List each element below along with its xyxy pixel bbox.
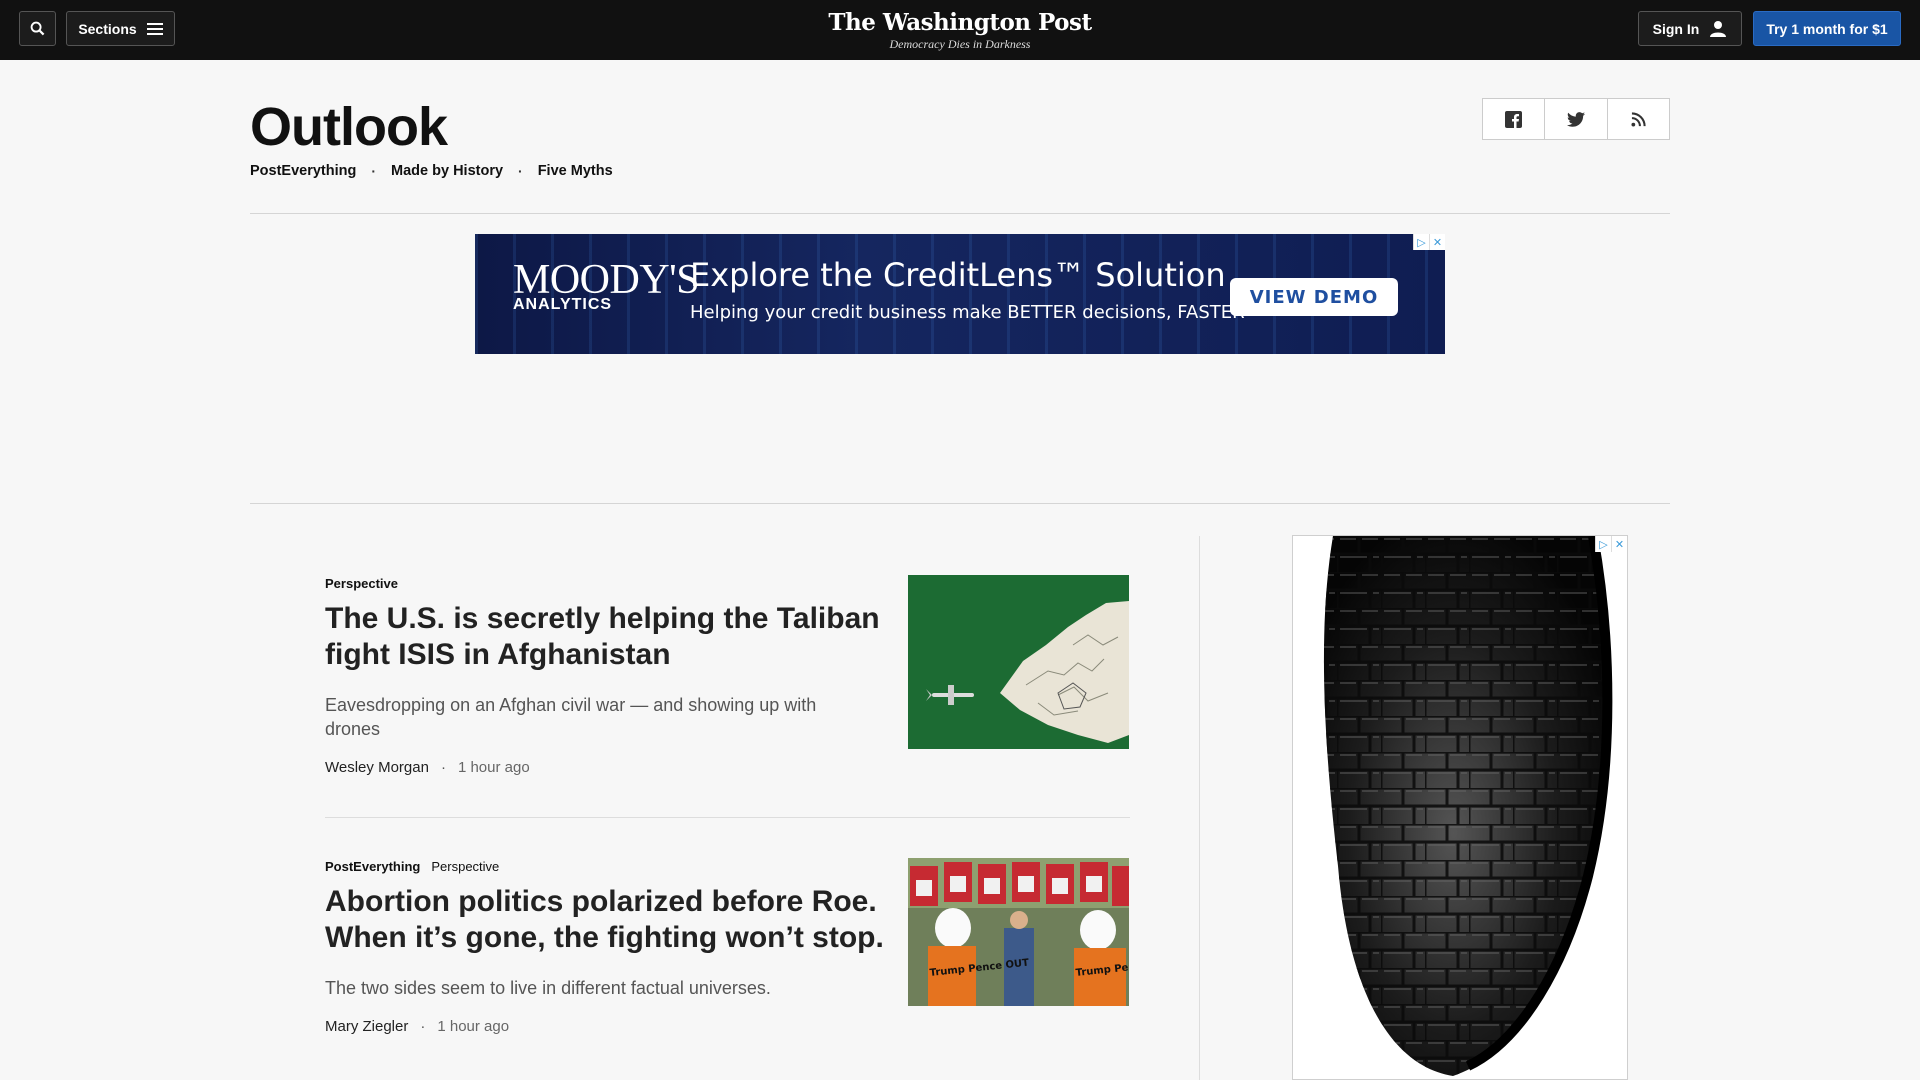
subnav-link-posteverything[interactable]: PostEverything (250, 163, 356, 179)
article-headline[interactable]: The U.S. is secretly helping the Taliban… (325, 601, 885, 673)
facebook-button[interactable] (1483, 99, 1546, 139)
side-advertisement[interactable]: ▷ ✕ (1292, 535, 1628, 1080)
adchoices-icon[interactable]: ▷ (1595, 536, 1611, 552)
subnav-link-five-myths[interactable]: Five Myths (538, 163, 613, 179)
protest-photo-image: Trump Pence OUT Trump Pence OUT (908, 858, 1176, 1006)
kicker-section[interactable]: PostEverything (325, 859, 420, 874)
banner-advertisement[interactable]: MOODY'S ANALYTICS Explore the CreditLens… (475, 234, 1445, 354)
subnav-link-made-by-history[interactable]: Made by History (391, 163, 503, 179)
kicker-label[interactable]: Perspective (325, 576, 398, 591)
kicker-label: Perspective (431, 859, 500, 874)
subscribe-trial-button[interactable]: Try 1 month for $1 (1753, 11, 1901, 46)
subnav-separator: · (371, 163, 377, 179)
timestamp: 1 hour ago (457, 759, 530, 776)
social-share-group (1482, 98, 1670, 140)
author-name[interactable]: Mary Ziegler (325, 1018, 408, 1035)
close-ad-icon[interactable]: ✕ (1611, 536, 1627, 552)
drone-map-image (908, 575, 1129, 749)
logo-tagline: Democracy Dies in Darkness (889, 37, 1031, 51)
article-blurb: The two sides seem to live in different … (325, 978, 771, 998)
sign-in-button[interactable]: Sign In (1638, 11, 1742, 46)
ad-view-demo-button[interactable]: VIEW DEMO (1230, 278, 1398, 316)
adchoices-icon[interactable]: ▷ (1413, 234, 1429, 250)
top-navigation-bar: Sections The Washington Post Democracy D… (0, 0, 1920, 60)
user-icon (1710, 20, 1727, 37)
rss-button[interactable] (1608, 99, 1669, 139)
ad-headline: Explore the CreditLens™ Solution (690, 256, 1226, 294)
site-logo[interactable]: The Washington Post Democracy Dies in Da… (0, 9, 1920, 52)
timestamp: 1 hour ago (437, 1018, 510, 1035)
article-byline: Mary Ziegler · 1 hour ago (325, 1018, 1130, 1035)
article-thumbnail[interactable]: Trump Pence OUT Trump Pence OUT (908, 858, 1176, 1011)
article-divider (325, 817, 1130, 818)
article-blurb: Eavesdropping on an Afghan civil war — a… (325, 695, 817, 739)
trial-label: Try 1 month for $1 (1766, 20, 1888, 37)
boot-ad-image (1293, 536, 1627, 1079)
facebook-icon (1505, 110, 1523, 128)
byline-separator: · (440, 759, 446, 776)
sign-in-label: Sign In (1652, 20, 1700, 37)
ad-brand-sub: ANALYTICS (513, 296, 613, 313)
page-title: Outlook (250, 97, 448, 157)
ad-subline: Helping your credit business make BETTER… (690, 302, 1245, 323)
article-headline[interactable]: Abortion politics polarized before Roe. … (325, 884, 885, 956)
content-divider (250, 503, 1670, 504)
rss-icon (1631, 111, 1646, 127)
byline-separator: · (420, 1018, 426, 1035)
logo-wordmark: The Washington Post (828, 9, 1092, 36)
article-byline: Wesley Morgan · 1 hour ago (325, 759, 1130, 776)
article-card[interactable]: Perspective The U.S. is secretly helping… (325, 575, 1130, 776)
article-card[interactable]: PostEverything Perspective Abortion poli… (325, 858, 1176, 1035)
twitter-icon (1566, 111, 1585, 127)
close-ad-icon[interactable]: ✕ (1429, 234, 1445, 250)
header-divider (250, 213, 1670, 214)
twitter-button[interactable] (1545, 99, 1608, 139)
subsection-nav: PostEverything · Made by History · Five … (250, 163, 613, 179)
ad-choices: ▷ ✕ (1595, 536, 1627, 552)
article-thumbnail[interactable] (908, 575, 1129, 754)
ad-choices: ▷ ✕ (1413, 234, 1445, 250)
author-name[interactable]: Wesley Morgan (325, 759, 429, 776)
column-divider (1199, 536, 1200, 1080)
subnav-separator: · (518, 163, 523, 179)
